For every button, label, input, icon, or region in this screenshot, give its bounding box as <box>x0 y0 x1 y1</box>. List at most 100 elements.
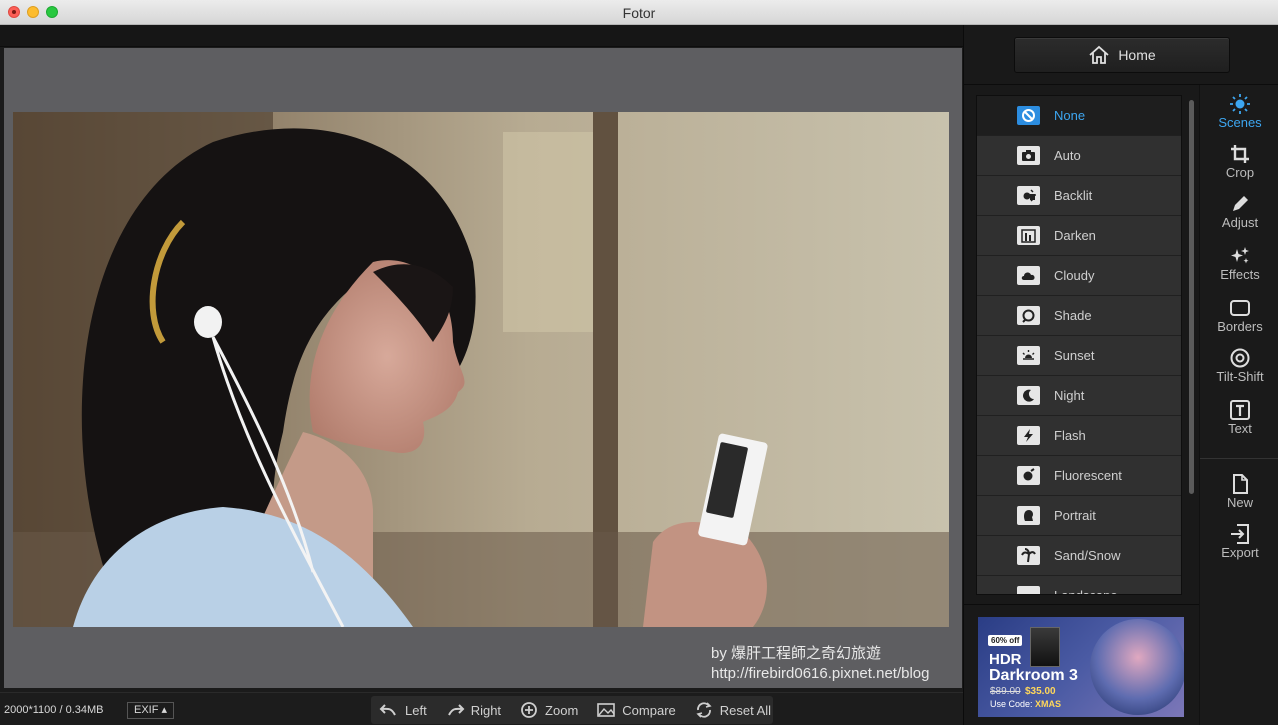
home-button[interactable]: Home <box>1014 37 1230 73</box>
scene-item-backlit[interactable]: Backlit <box>977 176 1181 216</box>
export-icon <box>1231 524 1249 544</box>
promo-code: Use Code: XMAS <box>990 699 1061 709</box>
promo-new-price: $35.00 <box>1025 686 1056 697</box>
promo-title-line2: Darkroom 3 <box>989 667 1078 684</box>
image-toolbar: Left Right Zoom Compare Reset All <box>371 696 773 724</box>
scene-item-flash[interactable]: Flash <box>977 416 1181 456</box>
bulb-icon <box>1017 466 1040 485</box>
scene-item-night[interactable]: Night <box>977 376 1181 416</box>
rotate-right-icon <box>447 704 465 716</box>
compare-label: Compare <box>622 702 676 718</box>
compare-button[interactable]: Compare <box>596 701 676 719</box>
new-file-icon <box>1233 474 1248 494</box>
tool-label: Adjust <box>1221 215 1259 230</box>
scene-list[interactable]: None Auto Backlit Darken Cloudy Shade Sunset Ni… <box>976 95 1182 595</box>
palm-icon <box>1017 546 1040 565</box>
tool-effects[interactable]: Effects <box>1200 245 1278 282</box>
tool-label: Crop <box>1225 165 1255 180</box>
text-icon <box>1230 400 1250 420</box>
tool-text[interactable]: Text <box>1200 399 1278 436</box>
backlit-icon <box>1017 186 1040 205</box>
moon-icon <box>1017 386 1040 405</box>
scene-item-label: Sand/Snow <box>1054 548 1121 563</box>
tool-crop[interactable]: Crop <box>1200 143 1278 180</box>
product-box-image <box>1030 627 1060 667</box>
scene-item-label: Shade <box>1054 308 1092 323</box>
promo-code-label: Use Code: <box>990 699 1033 709</box>
sunset-icon <box>1017 346 1040 365</box>
tool-scenes[interactable]: Scenes <box>1200 93 1278 130</box>
shade-icon <box>1017 306 1040 325</box>
scene-item-label: None <box>1054 108 1086 123</box>
promo-title-line1: HDR <box>989 651 1022 668</box>
scene-item-label: Cloudy <box>1054 268 1095 283</box>
scene-item-auto[interactable]: Auto <box>977 136 1181 176</box>
tool-label: Export <box>1221 545 1259 560</box>
scene-item-fluorescent[interactable]: Fluorescent <box>977 456 1181 496</box>
ad-divider <box>964 604 1199 605</box>
tool-tilt-shift[interactable]: Tilt-Shift <box>1200 347 1278 384</box>
title-bar: Fotor <box>0 0 1278 25</box>
darken-icon <box>1017 226 1040 245</box>
promo-old-price: $89.00 <box>990 686 1021 697</box>
home-label: Home <box>1118 47 1156 63</box>
promo-badge: 60% off <box>988 635 1023 646</box>
tool-new[interactable]: New <box>1200 473 1278 510</box>
scene-item-label: Auto <box>1054 148 1081 163</box>
scene-list-scrollbar[interactable] <box>1189 100 1194 494</box>
pencil-icon <box>1233 196 1248 211</box>
scene-item-portrait[interactable]: Portrait <box>977 496 1181 536</box>
tool-label: Text <box>1228 421 1252 436</box>
tool-label: Borders <box>1217 319 1263 334</box>
rotate-right-button[interactable]: Right <box>445 701 501 719</box>
photo-preview[interactable] <box>13 112 949 627</box>
workspace-top-strip <box>0 25 963 47</box>
scene-item-cloudy[interactable]: Cloudy <box>977 256 1181 296</box>
scene-item-darken[interactable]: Darken <box>977 216 1181 256</box>
exif-toggle-button[interactable]: EXIF ▴ <box>127 702 175 719</box>
scene-item-sunset[interactable]: Sunset <box>977 336 1181 376</box>
rotate-left-icon <box>379 704 396 716</box>
scene-item-label: Flash <box>1054 428 1086 443</box>
promo-banner[interactable]: 60% off HDR Darkroom 3 $89.00 $35.00 Use… <box>978 617 1184 717</box>
image-canvas[interactable]: by 爆肝工程師之奇幻旅遊 http://firebird0616.pixnet… <box>4 48 962 688</box>
image-dimensions: 2000*1100 / 0.34MB <box>4 704 104 716</box>
promo-code-value: XMAS <box>1035 699 1062 709</box>
rotate-left-button[interactable]: Left <box>379 701 427 719</box>
scene-item-landscape[interactable]: Landscape <box>977 576 1181 594</box>
home-icon <box>1089 45 1109 64</box>
target-icon <box>1230 348 1250 368</box>
tool-label: Tilt-Shift <box>1216 369 1264 384</box>
zoom-label: Zoom <box>545 702 579 718</box>
scene-item-sand-snow[interactable]: Sand/Snow <box>977 536 1181 576</box>
tool-export[interactable]: Export <box>1200 523 1278 560</box>
zoom-button[interactable]: Zoom <box>519 701 578 719</box>
reset-icon <box>696 702 712 718</box>
sun-icon <box>1230 94 1250 114</box>
scene-item-label: Fluorescent <box>1054 468 1122 483</box>
scene-item-label: Portrait <box>1054 508 1096 523</box>
zoom-icon <box>521 702 537 718</box>
tool-adjust[interactable]: Adjust <box>1200 193 1278 230</box>
scene-item-label: Sunset <box>1054 348 1095 363</box>
tools-sidebar: Scenes Crop Adjust Effects Borders Tilt-Shift… <box>1199 85 1278 725</box>
watermark-author: by 爆肝工程師之奇幻旅遊 <box>711 645 882 662</box>
scene-item-label: Darken <box>1054 228 1096 243</box>
scene-item-label: Night <box>1054 388 1085 403</box>
scene-item-none[interactable]: None <box>977 96 1181 136</box>
tool-borders[interactable]: Borders <box>1200 297 1278 334</box>
border-icon <box>1230 300 1250 316</box>
scene-item-shade[interactable]: Shade <box>977 296 1181 336</box>
photo-watermark: by 爆肝工程師之奇幻旅遊 http://firebird0616.pixnet… <box>711 644 929 684</box>
status-bar: 2000*1100 / 0.34MB EXIF ▴ Left Right Zoo… <box>0 692 963 725</box>
camera-icon <box>1017 146 1040 165</box>
compare-icon <box>597 703 616 717</box>
tool-label: Effects <box>1220 267 1260 282</box>
sparkle-icon <box>1231 247 1249 264</box>
reset-all-label: Reset All <box>719 702 772 718</box>
landscape-icon <box>1017 586 1040 594</box>
reset-all-button[interactable]: Reset All <box>694 701 771 719</box>
tool-label: Scenes <box>1218 115 1262 130</box>
scene-item-label: Landscape <box>1054 588 1118 594</box>
tool-label: New <box>1226 495 1253 510</box>
